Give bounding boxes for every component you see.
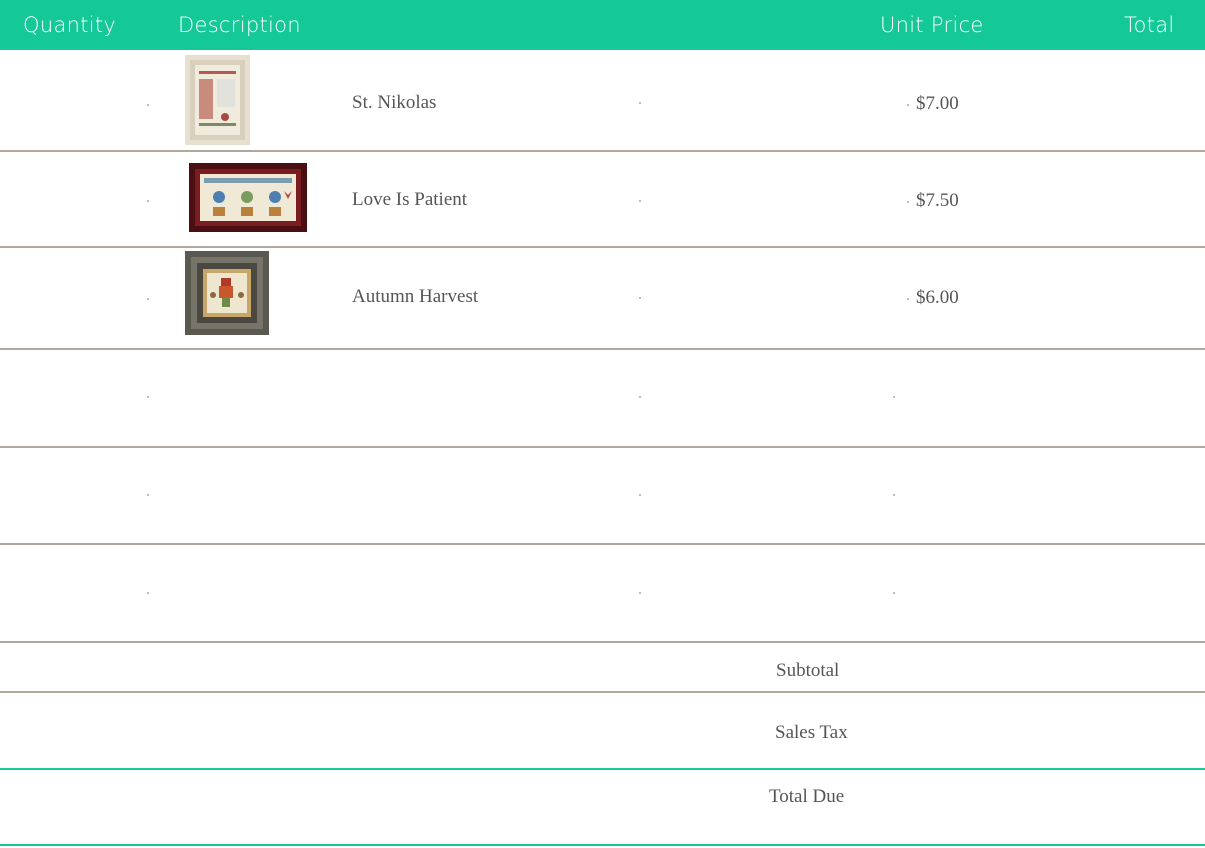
cell-separator xyxy=(639,592,641,594)
row-divider xyxy=(0,543,1205,545)
sales-tax-label: Sales Tax xyxy=(775,722,848,743)
header-description: Description xyxy=(178,13,301,37)
item-description: St. Nikolas xyxy=(352,92,437,113)
header-unit-price: Unit Price xyxy=(880,13,984,37)
quantity-cell xyxy=(147,592,149,594)
header-quantity: Quantity xyxy=(23,13,117,37)
item-unit-price: $7.00 xyxy=(916,93,959,114)
cell-separator xyxy=(893,494,895,496)
quantity-cell xyxy=(147,396,149,398)
cell-separator xyxy=(639,200,641,202)
love-is-patient-sampler-image xyxy=(189,163,307,232)
row-divider xyxy=(0,246,1205,248)
cell-separator xyxy=(907,298,909,300)
total-divider xyxy=(0,768,1205,770)
subtotal-label: Subtotal xyxy=(776,660,840,681)
header-total: Total xyxy=(1124,13,1175,37)
quantity-cell xyxy=(147,298,149,300)
item-unit-price: $7.50 xyxy=(916,190,959,211)
total-due-label: Total Due xyxy=(769,786,845,807)
cell-separator xyxy=(907,201,909,203)
cell-separator xyxy=(639,396,641,398)
quantity-cell xyxy=(147,200,149,202)
row-divider xyxy=(0,641,1205,643)
st-nikolas-sampler-image xyxy=(185,55,250,145)
cell-separator xyxy=(639,102,641,104)
quantity-cell xyxy=(147,494,149,496)
row-divider xyxy=(0,446,1205,448)
cell-separator xyxy=(893,396,895,398)
table-header: Quantity Description Unit Price Total xyxy=(0,0,1205,50)
item-description: Autumn Harvest xyxy=(352,286,479,307)
item-description: Love Is Patient xyxy=(352,189,468,210)
cell-separator xyxy=(639,297,641,299)
quantity-cell xyxy=(147,104,149,106)
row-divider xyxy=(0,348,1205,350)
cell-separator xyxy=(907,104,909,106)
autumn-harvest-sampler-image xyxy=(185,251,269,335)
cell-separator xyxy=(639,494,641,496)
item-unit-price: $6.00 xyxy=(916,287,959,308)
row-divider xyxy=(0,691,1205,693)
cell-separator xyxy=(893,592,895,594)
bottom-divider xyxy=(0,844,1205,846)
row-divider xyxy=(0,150,1205,152)
